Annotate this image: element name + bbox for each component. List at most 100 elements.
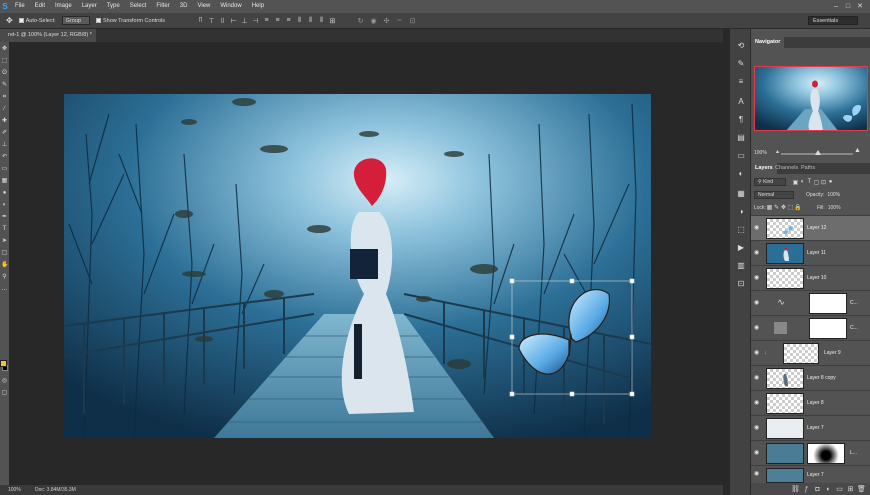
new-adjustment-icon[interactable]: ◐	[823, 486, 834, 493]
zoom-out-icon[interactable]: ▴	[776, 148, 779, 155]
brush-panel-icon[interactable]: ✎	[736, 59, 746, 69]
layer-name[interactable]: Layer 12	[807, 225, 826, 231]
navigator-preview[interactable]	[754, 66, 868, 131]
menu-view[interactable]: View	[192, 0, 215, 13]
color-panel-icon[interactable]: ◐	[736, 169, 746, 179]
layer-row[interactable]: ◉ Layer 11	[751, 240, 870, 265]
workspace-switcher[interactable]: Essentials	[808, 16, 858, 25]
menu-image[interactable]: Image	[50, 0, 77, 13]
align-left-icon[interactable]: ⊢	[228, 17, 239, 25]
document-tab[interactable]: ret-1 @ 100% (Layer 12, RGB/8) *	[0, 29, 96, 42]
zoom-readout[interactable]: 100%	[8, 485, 21, 495]
3d-scale-icon[interactable]: ⊡	[406, 17, 419, 25]
type-tool-icon[interactable]: T	[1, 226, 8, 233]
move-tool-preset-icon[interactable]: ✥	[6, 16, 13, 25]
layer-row[interactable]: ◉ Layer 7	[751, 465, 870, 483]
marquee-tool-icon[interactable]: ⬚	[1, 58, 8, 65]
visibility-eye-icon[interactable]: ◉	[754, 350, 761, 357]
align-top-icon[interactable]: ⫪	[195, 17, 206, 25]
layer-row[interactable]: ◉ C...	[751, 315, 870, 340]
delete-layer-icon[interactable]: 🗑	[856, 485, 867, 493]
fill-value[interactable]: 100%	[828, 205, 841, 211]
lock-artboard-icon[interactable]: ⬚	[787, 204, 794, 211]
filter-smart-object-icon[interactable]: ⊡	[820, 179, 827, 186]
dodge-tool-icon[interactable]: ◐	[1, 202, 8, 209]
visibility-eye-icon[interactable]: ◉	[754, 250, 761, 257]
properties-panel-icon[interactable]: ≡	[736, 77, 746, 87]
blend-mode-dropdown[interactable]: Normal	[754, 191, 794, 199]
layer-name[interactable]: Layer 7	[807, 472, 824, 478]
layer-comps-panel-icon[interactable]: ▥	[736, 261, 746, 271]
swatches-panel-icon[interactable]: ▦	[736, 189, 746, 199]
layer-mask-thumbnail[interactable]	[809, 293, 847, 314]
blur-tool-icon[interactable]: ●	[1, 190, 8, 197]
3d-roll-icon[interactable]: ◉	[367, 17, 380, 25]
new-layer-icon[interactable]: ⊞	[845, 485, 856, 493]
canvas-area[interactable]	[9, 42, 723, 485]
filter-shape-icon[interactable]: ▢	[813, 179, 820, 186]
zoom-in-icon[interactable]: ▲	[854, 147, 861, 154]
menu-layer[interactable]: Layer	[77, 0, 102, 13]
close-button[interactable]: ✕	[854, 0, 866, 13]
visibility-eye-icon[interactable]: ◉	[754, 375, 761, 382]
tab-paths[interactable]: Paths	[797, 163, 819, 174]
distribute-hcenter-icon[interactable]: ⦀	[305, 17, 316, 25]
layer-name[interactable]: Layer 7	[807, 425, 824, 431]
visibility-eye-icon[interactable]: ◉	[754, 425, 761, 432]
filter-type-icon[interactable]: T	[806, 179, 813, 185]
visibility-eye-icon[interactable]: ◉	[754, 225, 761, 232]
menu-filter[interactable]: Filter	[151, 0, 174, 13]
crop-tool-icon[interactable]: ⌗	[1, 94, 8, 101]
filter-adjustment-icon[interactable]: ◐	[799, 179, 806, 185]
layer-name[interactable]: Layer 10	[807, 275, 826, 281]
layer-row[interactable]: ◉ L...	[751, 440, 870, 465]
layer-name[interactable]: Layer 8 copy	[807, 375, 836, 381]
show-transform-checkbox[interactable]	[95, 18, 101, 23]
distribute-left-icon[interactable]: ⦀	[294, 17, 305, 25]
lock-position-icon[interactable]: ✥	[780, 204, 787, 211]
auto-align-icon[interactable]: ⊞	[327, 17, 338, 25]
layer-name[interactable]: Layer 11	[807, 250, 826, 256]
3d-drag-icon[interactable]: ✣	[380, 17, 393, 25]
character-panel-icon[interactable]: A	[736, 97, 746, 107]
menu-window[interactable]: Window	[215, 0, 246, 13]
align-vcenter-icon[interactable]: ⊤	[206, 17, 217, 25]
hand-tool-icon[interactable]: ✋	[1, 262, 8, 269]
lock-transparency-icon[interactable]: ▦	[766, 204, 773, 211]
brush-tool-icon[interactable]: ✐	[1, 130, 8, 137]
layer-row[interactable]: ◉ ↓ Layer 9	[751, 340, 870, 365]
visibility-eye-icon[interactable]: ◉	[754, 325, 761, 332]
lock-all-icon[interactable]: 🔒	[794, 204, 801, 211]
layer-row[interactable]: ◉ ∿ C...	[751, 290, 870, 315]
visibility-eye-icon[interactable]: ◉	[754, 471, 761, 478]
filter-toggle-icon[interactable]: ●	[827, 179, 834, 185]
auto-select-option[interactable]: Auto-Select:	[18, 18, 56, 24]
quick-mask-icon[interactable]: ◎	[1, 378, 8, 385]
filter-pixel-icon[interactable]: ▣	[792, 179, 799, 186]
info-panel-icon[interactable]: ▭	[736, 151, 746, 161]
layer-mask-thumbnail[interactable]	[809, 318, 847, 339]
visibility-eye-icon[interactable]: ◉	[754, 275, 761, 282]
auto-select-dropdown[interactable]: Group	[61, 16, 90, 25]
auto-select-checkbox[interactable]	[18, 18, 24, 23]
glyphs-panel-icon[interactable]: ▤	[736, 133, 746, 143]
paragraph-panel-icon[interactable]: ¶	[736, 115, 746, 125]
opacity-value[interactable]: 100%	[827, 192, 840, 198]
layer-row[interactable]: ◉ Layer 10	[751, 265, 870, 290]
layer-name[interactable]: C...	[850, 300, 858, 306]
layer-row[interactable]: ◉ Layer 7	[751, 415, 870, 440]
new-group-icon[interactable]: ▭	[834, 485, 845, 493]
quick-select-tool-icon[interactable]: ✎	[1, 82, 8, 89]
layer-name[interactable]: L...	[850, 450, 857, 456]
visibility-eye-icon[interactable]: ◉	[754, 400, 761, 407]
layer-kind-filter[interactable]: ⚲ Kind	[754, 178, 786, 186]
actions-panel-icon[interactable]: ▶	[736, 243, 746, 253]
document-canvas[interactable]	[64, 94, 651, 438]
minimize-button[interactable]: –	[830, 0, 842, 13]
align-hcenter-icon[interactable]: ⊥	[239, 17, 250, 25]
move-tool-icon[interactable]: ✥	[1, 46, 8, 53]
lock-image-icon[interactable]: ✎	[773, 204, 780, 211]
screen-mode-icon[interactable]: ▢	[1, 390, 8, 397]
distribute-vcenter-icon[interactable]: ≡	[272, 17, 283, 25]
layer-name[interactable]: Layer 9	[824, 350, 841, 356]
